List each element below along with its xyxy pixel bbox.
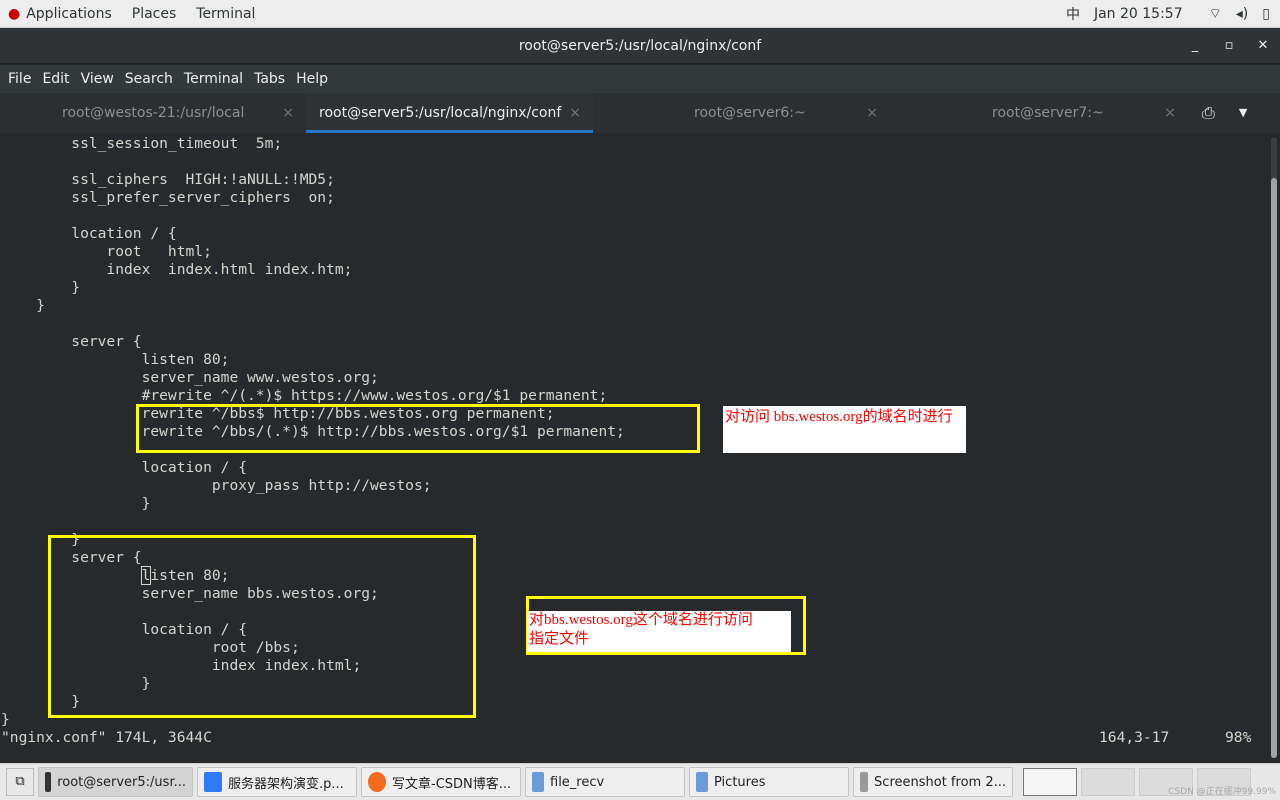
taskbar-pictures[interactable]: Pictures: [689, 767, 849, 797]
terminal-icon: [45, 772, 52, 792]
terminal-line: root html;: [1, 243, 212, 260]
vim-status-line: "nginx.conf" 174L, 3644C 164,3-17 98%: [0, 729, 1268, 747]
window-title: root@server5:/usr/local/nginx/conf: [518, 38, 762, 54]
taskbar-label: Screenshot from 2...: [874, 774, 1006, 790]
terminal-line: listen 80;: [1, 351, 230, 368]
terminal-line: }: [1, 495, 151, 512]
note-text: 指定文件: [529, 631, 590, 647]
terminal-line: ssl_prefer_server_ciphers on;: [1, 189, 335, 206]
terminal-line: ssl_ciphers HIGH:!aNULL:!MD5;: [1, 171, 335, 188]
taskbar-label: root@server5:/usr...: [57, 774, 186, 790]
status-percent: 98%: [1225, 729, 1252, 746]
taskbar-label: 服务器架构演变.p...: [228, 776, 344, 792]
terminal-line: index index.html index.htm;: [1, 261, 353, 278]
terminal-line: location / {: [1, 459, 248, 476]
screenshot-icon: [860, 772, 869, 792]
taskbar-label: 写文章-CSDN博客...: [392, 776, 512, 792]
tab-server6[interactable]: root@server6:~ ×: [593, 93, 890, 133]
terminal-line: ssl_session_timeout 5m;: [1, 135, 283, 152]
menu-terminal[interactable]: Terminal: [184, 71, 243, 87]
note-text: 对访问 bbs.westos.org的域名时进行: [725, 409, 953, 425]
annotation-note-rewrite: 对访问 bbs.westos.org的域名时进行: [723, 406, 966, 453]
menu-tabs[interactable]: Tabs: [254, 71, 285, 87]
applications-menu[interactable]: Applications: [26, 6, 112, 22]
tab-server7[interactable]: root@server7:~ ×: [890, 93, 1188, 133]
tab-label: root@server7:~: [992, 105, 1104, 121]
close-button[interactable]: ✕: [1246, 28, 1280, 64]
menu-bar: File Edit View Search Terminal Tabs Help: [0, 65, 1280, 93]
firefox-icon: [368, 772, 386, 792]
maximize-button[interactable]: ▫: [1212, 28, 1246, 64]
close-tab-icon[interactable]: ×: [282, 93, 294, 133]
terminal-line: proxy_pass http://westos;: [1, 477, 432, 494]
redhat-logo-icon: ●: [8, 5, 21, 22]
close-tab-icon[interactable]: ×: [569, 93, 581, 133]
wps-icon: [204, 772, 222, 792]
tab-westos-21[interactable]: root@westos-21:/usr/local ×: [0, 93, 306, 133]
terminal-app-menu[interactable]: Terminal: [196, 6, 255, 22]
taskbar: ⧉ root@server5:/usr... 服务器架构演变.p... 写文章-…: [0, 763, 1280, 800]
minimize-button[interactable]: _: [1178, 28, 1212, 64]
new-tab-icon[interactable]: ⎙: [1202, 93, 1215, 133]
taskbar-label: Pictures: [714, 774, 766, 790]
folder-icon: [532, 772, 544, 792]
taskbar-label: file_recv: [550, 774, 605, 790]
terminal-line: #rewrite ^/(.*)$ https://www.westos.org/…: [1, 387, 608, 404]
note-text: 对bbs.westos.org这个域名进行访问: [529, 612, 753, 628]
watermark: CSDN @正在缓冲99.99%: [1168, 787, 1276, 797]
taskbar-terminal[interactable]: root@server5:/usr...: [38, 767, 193, 797]
folder-icon: [696, 772, 708, 792]
window-titlebar: root@server5:/usr/local/nginx/conf _ ▫ ✕: [0, 28, 1280, 64]
terminal-line: server_name www.westos.org;: [1, 369, 379, 386]
input-method-indicator[interactable]: 中: [1066, 4, 1080, 24]
close-tab-icon[interactable]: ×: [866, 93, 878, 133]
wifi-icon[interactable]: ⌔: [1209, 5, 1222, 23]
scrollbar-thumb[interactable]: [1271, 178, 1277, 758]
status-file: "nginx.conf" 174L, 3644C: [1, 729, 212, 746]
tabs-dropdown-icon[interactable]: ▼: [1239, 93, 1247, 133]
taskbar-wps[interactable]: 服务器架构演变.p...: [197, 767, 357, 797]
terminal-line: location / {: [1, 225, 177, 242]
battery-icon[interactable]: ▯: [1262, 6, 1270, 22]
tab-bar: root@westos-21:/usr/local × root@server5:…: [0, 93, 1280, 133]
tab-label: root@server6:~: [694, 105, 806, 121]
workspace-1[interactable]: [1023, 768, 1077, 796]
taskbar-file-recv[interactable]: file_recv: [525, 767, 685, 797]
menu-edit[interactable]: Edit: [42, 71, 69, 87]
highlight-box-bbs-server: [48, 535, 476, 718]
annotation-note-bbs: 对bbs.westos.org这个域名进行访问 指定文件: [527, 611, 791, 652]
volume-icon[interactable]: ◂): [1236, 6, 1249, 22]
taskbar-screenshot[interactable]: Screenshot from 2...: [853, 767, 1013, 797]
scrollbar[interactable]: [1271, 138, 1277, 758]
menu-help[interactable]: Help: [296, 71, 328, 87]
terminal-line: }: [1, 297, 45, 314]
terminal-line: server {: [1, 333, 142, 350]
menu-view[interactable]: View: [81, 71, 114, 87]
show-desktop-icon[interactable]: ⧉: [6, 768, 34, 796]
top-panel: ● Applications Places Terminal 中 Jan 20 …: [0, 0, 1280, 28]
clock[interactable]: Jan 20 15:57: [1094, 6, 1183, 22]
taskbar-firefox[interactable]: 写文章-CSDN博客...: [361, 767, 521, 797]
terminal-line: }: [1, 279, 81, 296]
places-menu[interactable]: Places: [132, 6, 177, 22]
workspace-2[interactable]: [1081, 768, 1135, 796]
highlight-box-rewrite: [136, 404, 700, 453]
status-position: 164,3-17: [1099, 729, 1170, 746]
menu-search[interactable]: Search: [125, 71, 173, 87]
tab-label: root@westos-21:/usr/local: [62, 105, 245, 121]
menu-file[interactable]: File: [8, 71, 31, 87]
tab-label: root@server5:/usr/local/nginx/conf: [319, 105, 562, 121]
close-tab-icon[interactable]: ×: [1164, 93, 1176, 133]
tab-server5[interactable]: root@server5:/usr/local/nginx/conf ×: [306, 93, 593, 133]
